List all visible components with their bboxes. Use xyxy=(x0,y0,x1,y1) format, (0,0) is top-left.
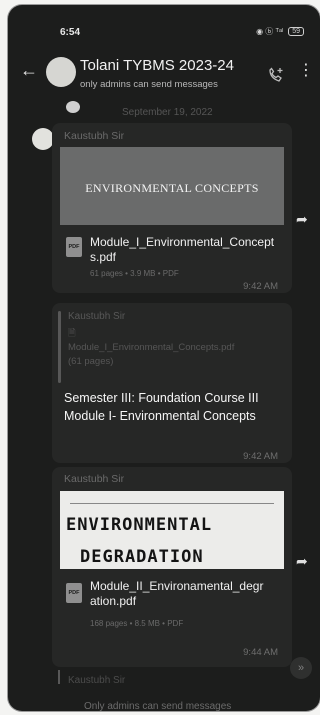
photo-frame: 6:54 ◉ ⓑ ᵀᵃˡ 59 ← Tolani TYBMS 2023-24 o… xyxy=(0,0,320,715)
group-title[interactable]: Tolani TYBMS 2023-24 xyxy=(80,57,234,74)
pdf-file-icon: PDF xyxy=(66,237,82,257)
signal-wifi-icons: ◉ ⓑ ᵀᵃˡ xyxy=(256,27,284,36)
add-call-icon[interactable] xyxy=(266,65,286,85)
back-arrow-icon[interactable]: ← xyxy=(20,61,38,79)
quote-bar xyxy=(58,311,61,383)
scroll-down-icon[interactable]: » xyxy=(290,657,312,679)
ruled-line xyxy=(70,503,274,504)
message-time: 9:44 AM xyxy=(243,647,278,658)
chat-header: ← Tolani TYBMS 2023-24 only admins can s… xyxy=(8,37,320,101)
message-text: Semester III: Foundation Course III Modu… xyxy=(64,391,259,423)
file-name[interactable]: Module_I_Environmental_Concepts.pdf xyxy=(90,235,278,265)
sender-name[interactable]: Kaustubh Sir xyxy=(64,130,124,142)
forward-icon[interactable]: ➦ xyxy=(296,553,308,570)
thumbnail-handwriting: DEGRADATION xyxy=(80,547,204,567)
forward-icon[interactable]: ➦ xyxy=(296,211,308,228)
document-message-bubble[interactable]: Kaustubh Sir ENVIRONMENTAL DEGRADATION P… xyxy=(52,467,292,667)
status-icons: ◉ ⓑ ᵀᵃˡ 59 xyxy=(256,26,304,37)
file-meta: 61 pages • 3.9 MB • PDF xyxy=(90,269,179,278)
more-options-icon[interactable]: ⋮ xyxy=(298,63,314,79)
quoted-message[interactable]: 🗎 Module_I_Environmental_Concepts.pdf (6… xyxy=(68,327,234,369)
document-thumbnail[interactable]: ENVIRONMENTAL CONCEPTS xyxy=(60,147,284,225)
sticker-icon xyxy=(66,101,80,113)
reply-message-bubble[interactable]: Kaustubh Sir 🗎 Module_I_Environmental_Co… xyxy=(52,303,292,463)
message-time: 9:42 AM xyxy=(243,281,278,292)
battery-icon: 59 xyxy=(288,27,304,36)
document-thumbnail[interactable]: ENVIRONMENTAL DEGRADATION xyxy=(60,491,284,569)
date-chip: September 19, 2022 xyxy=(122,107,213,118)
phone-screen: 6:54 ◉ ⓑ ᵀᵃˡ 59 ← Tolani TYBMS 2023-24 o… xyxy=(8,5,320,711)
message-time: 9:42 AM xyxy=(243,451,278,462)
sender-avatar[interactable] xyxy=(32,128,54,150)
admin-only-notice: Only admins can send messages xyxy=(84,701,232,711)
file-name[interactable]: Module_II_Environamental_degration.pdf xyxy=(90,579,266,609)
group-avatar[interactable] xyxy=(46,57,76,87)
thumbnail-title: ENVIRONMENTAL CONCEPTS xyxy=(85,181,259,195)
status-bar: 6:54 ◉ ⓑ ᵀᵃˡ 59 xyxy=(8,5,320,38)
footer-sender: Kaustubh Sir xyxy=(68,675,126,686)
pdf-file-icon: PDF xyxy=(66,583,82,603)
footer-quote-bar xyxy=(58,670,60,684)
sender-name[interactable]: Kaustubh Sir xyxy=(64,473,124,485)
thumbnail-handwriting: ENVIRONMENTAL xyxy=(66,515,213,535)
file-meta: 168 pages • 8.5 MB • PDF xyxy=(90,619,184,628)
document-message-bubble[interactable]: Kaustubh Sir ENVIRONMENTAL CONCEPTS PDF … xyxy=(52,123,292,293)
group-subtitle: only admins can send messages xyxy=(80,79,218,90)
quoted-sender: Kaustubh Sir xyxy=(68,311,126,322)
